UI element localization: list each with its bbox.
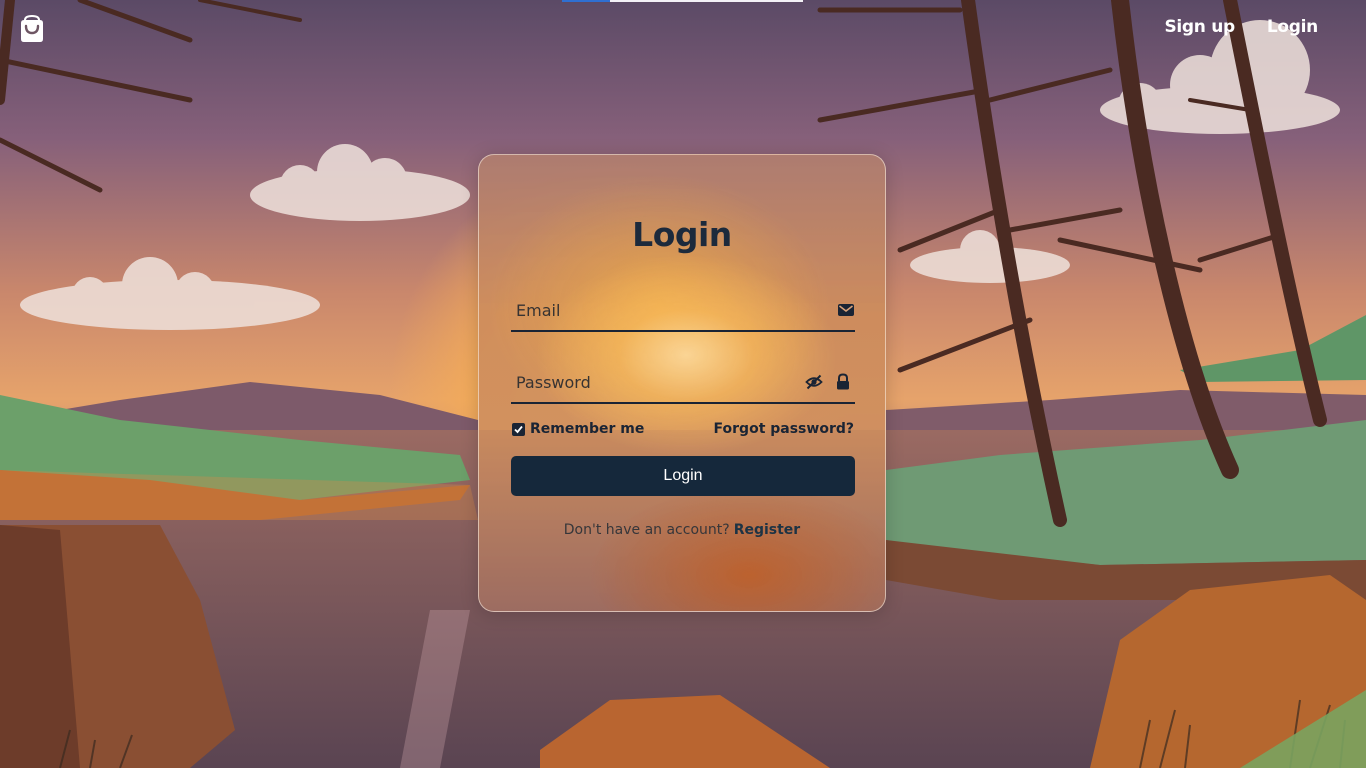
- remember-checkbox[interactable]: [512, 422, 525, 436]
- lock-icon: [835, 373, 853, 391]
- top-nav: Sign up Login: [1164, 17, 1318, 37]
- email-field: [511, 292, 855, 332]
- envelope-icon: [837, 301, 855, 319]
- shopping-bag-icon[interactable]: [19, 14, 45, 43]
- email-input[interactable]: [511, 292, 796, 328]
- password-field: [511, 364, 855, 404]
- register-prompt: Don't have an account? Register: [479, 522, 885, 538]
- login-title: Login: [632, 215, 732, 254]
- login-card: Login Remember m: [478, 154, 886, 612]
- login-link[interactable]: Login: [1267, 17, 1318, 37]
- page-loading-bar-fill: [562, 0, 611, 2]
- login-button[interactable]: Login: [511, 456, 855, 496]
- remember-label: Remember me: [530, 421, 645, 437]
- register-prompt-text: Don't have an account?: [563, 522, 730, 538]
- register-link[interactable]: Register: [734, 522, 801, 538]
- page-loading-bar: [562, 0, 803, 2]
- remember-me: Remember me: [512, 421, 644, 437]
- password-input[interactable]: [511, 364, 796, 400]
- forgot-password-link[interactable]: Forgot password?: [714, 421, 854, 437]
- signup-link[interactable]: Sign up: [1164, 17, 1235, 37]
- eye-slash-icon[interactable]: [805, 373, 823, 391]
